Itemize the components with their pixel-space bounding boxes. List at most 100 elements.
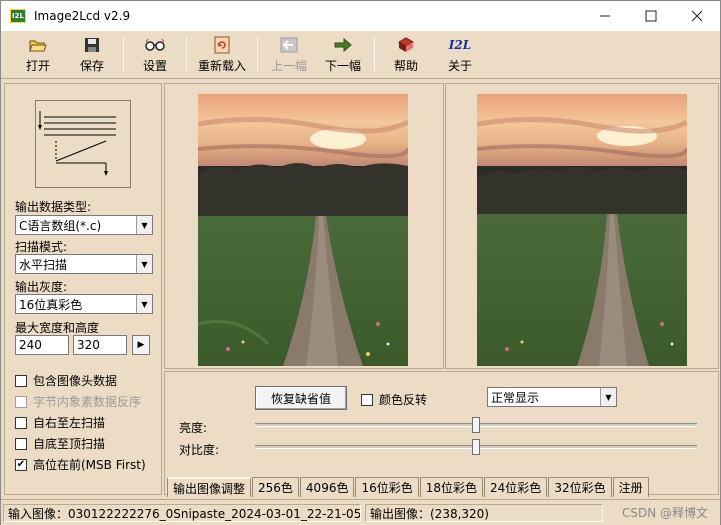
chevron-down-icon[interactable]: ▼ — [136, 255, 152, 273]
settings-panel: 输出数据类型: C语言数组(*.c) ▼ 扫描模式: 水平扫描 ▼ 输出灰度: … — [4, 83, 162, 495]
input-image-status: 输入图像：030122222276_0Snipaste_2024-03-01_2… — [3, 504, 361, 522]
tab-4[interactable]: 18位彩色 — [419, 477, 484, 497]
max-height-input[interactable]: 320 — [73, 335, 127, 355]
restore-default-button[interactable]: 恢复缺省值 — [255, 386, 347, 410]
play-arrow-icon: ▶ — [137, 340, 145, 350]
reload-icon — [212, 36, 232, 54]
previous-image-label: 上一幅 — [270, 58, 307, 73]
invert-color-checkbox[interactable] — [361, 393, 373, 406]
toolbar-separator — [186, 37, 187, 72]
window-controls — [582, 1, 720, 31]
input-image — [198, 94, 408, 366]
option-checkbox-label: 包含图像头数据 — [33, 374, 118, 388]
close-icon — [691, 10, 703, 22]
save-label: 保存 — [79, 58, 104, 73]
tab-6[interactable]: 32位彩色 — [548, 477, 612, 497]
scan-pattern-icon — [38, 111, 116, 176]
option-checkbox-label: 自底至顶扫描 — [33, 437, 106, 451]
output-type-value: C语言数组(*.c) — [19, 218, 102, 233]
output-image-panel — [445, 83, 719, 369]
brightness-slider-thumb[interactable] — [472, 417, 480, 433]
gray-level-select[interactable]: 16位真彩色 ▼ — [15, 294, 153, 314]
output-tabs: 输出图像调整 256色 4096色 16位彩色 18位彩色 24位彩色 32位彩色 注册 — [167, 477, 650, 497]
about-button[interactable]: I2L 关于 — [433, 31, 487, 78]
reload-label: 重新载入 — [197, 58, 246, 73]
tab-3[interactable]: 16位彩色 — [355, 477, 419, 497]
gray-level-value: 16位真彩色 — [19, 297, 83, 312]
about-logo-icon: I2L — [448, 36, 472, 54]
tab-0[interactable]: 输出图像调整 — [167, 477, 252, 497]
option-checkbox-label: 高位在前(MSB First) — [33, 458, 146, 472]
option-checkbox-row[interactable]: 自右至左扫描 — [15, 414, 105, 431]
window-title: Image2Lcd v2.9 — [34, 9, 131, 23]
option-checkbox[interactable] — [15, 437, 27, 450]
toolbar-separator — [257, 37, 258, 72]
display-mode-value: 正常显示 — [491, 390, 540, 405]
about-logo-text: I2L — [448, 37, 472, 52]
settings-button[interactable]: 设置 — [128, 31, 182, 78]
option-checkbox-row[interactable]: ✔ 高位在前(MSB First) — [15, 456, 146, 473]
option-checkbox-label: 字节内象素数据反序 — [33, 395, 142, 409]
title-bar: I2L Image2Lcd v2.9 — [1, 1, 720, 31]
output-type-label: 输出数据类型: — [15, 200, 92, 214]
maximize-button[interactable] — [628, 1, 674, 31]
scan-mode-value: 水平扫描 — [19, 257, 68, 272]
floppy-disk-icon — [82, 36, 102, 54]
open-folder-icon — [28, 36, 48, 54]
chevron-down-icon[interactable]: ▼ — [136, 295, 152, 313]
landscape-image — [477, 94, 687, 366]
settings-label: 设置 — [142, 58, 167, 73]
contrast-slider-thumb[interactable] — [472, 439, 480, 455]
arrow-right-icon — [333, 36, 353, 54]
chevron-down-icon[interactable]: ▼ — [600, 388, 616, 406]
toolbar-separator — [374, 37, 375, 72]
app-logo-icon: I2L — [10, 9, 26, 23]
tab-5[interactable]: 24位彩色 — [484, 477, 548, 497]
toolbar: 打开 保存 设置 重新载入 上一幅 下一幅 帮助 I2L 关于 — [1, 31, 720, 79]
option-checkbox-row: 字节内象素数据反序 — [15, 393, 141, 410]
minimize-button[interactable] — [582, 1, 628, 31]
watermark-text: CSDN @释博文 — [621, 506, 708, 520]
toolbar-separator — [123, 37, 124, 72]
max-width-input[interactable]: 240 — [15, 335, 69, 355]
chevron-down-icon[interactable]: ▼ — [136, 216, 152, 234]
option-checkbox[interactable]: ✔ — [15, 458, 27, 471]
tab-2[interactable]: 4096色 — [299, 477, 355, 497]
option-checkbox[interactable] — [15, 416, 27, 429]
arrow-left-icon — [279, 36, 299, 54]
scan-direction-diagram — [35, 100, 131, 188]
max-size-label: 最大宽度和高度 — [15, 321, 100, 335]
brightness-label: 亮度: — [179, 421, 208, 435]
help-button[interactable]: 帮助 — [379, 31, 433, 78]
tab-7[interactable]: 注册 — [612, 477, 649, 497]
close-button[interactable] — [674, 1, 720, 31]
output-image-status: 输出图像：(238,320) — [365, 504, 603, 522]
option-checkbox[interactable] — [15, 374, 27, 387]
scan-mode-label: 扫描模式: — [15, 240, 68, 254]
apply-size-button[interactable]: ▶ — [132, 335, 150, 355]
help-label: 帮助 — [393, 58, 418, 73]
open-label: 打开 — [25, 58, 50, 73]
option-checkbox-row[interactable]: 包含图像头数据 — [15, 372, 117, 389]
previous-image-button[interactable]: 上一幅 — [262, 31, 316, 78]
option-checkbox-row[interactable]: 自底至顶扫描 — [15, 435, 105, 452]
scan-mode-select[interactable]: 水平扫描 ▼ — [15, 254, 153, 274]
output-image — [477, 94, 687, 366]
next-image-button[interactable]: 下一幅 — [316, 31, 370, 78]
status-bar: 输入图像：030122222276_0Snipaste_2024-03-01_2… — [1, 499, 720, 525]
invert-color-checkbox-row[interactable]: 颜色反转 — [361, 391, 427, 408]
option-checkbox — [15, 395, 27, 408]
help-book-icon — [396, 36, 416, 54]
option-checkbox-label: 自右至左扫描 — [33, 416, 106, 430]
app-window: I2L Image2Lcd v2.9 打开 保存 设置 重新载入 上一幅 下一幅… — [0, 0, 721, 525]
input-image-panel — [164, 83, 444, 369]
glasses-icon — [145, 36, 165, 54]
minimize-icon — [600, 15, 610, 17]
tab-1[interactable]: 256色 — [252, 477, 299, 497]
display-mode-select[interactable]: 正常显示 ▼ — [487, 387, 617, 407]
output-type-select[interactable]: C语言数组(*.c) ▼ — [15, 215, 153, 235]
landscape-image — [198, 94, 408, 366]
save-button[interactable]: 保存 — [65, 31, 119, 78]
open-button[interactable]: 打开 — [11, 31, 65, 78]
reload-button[interactable]: 重新载入 — [191, 31, 253, 78]
